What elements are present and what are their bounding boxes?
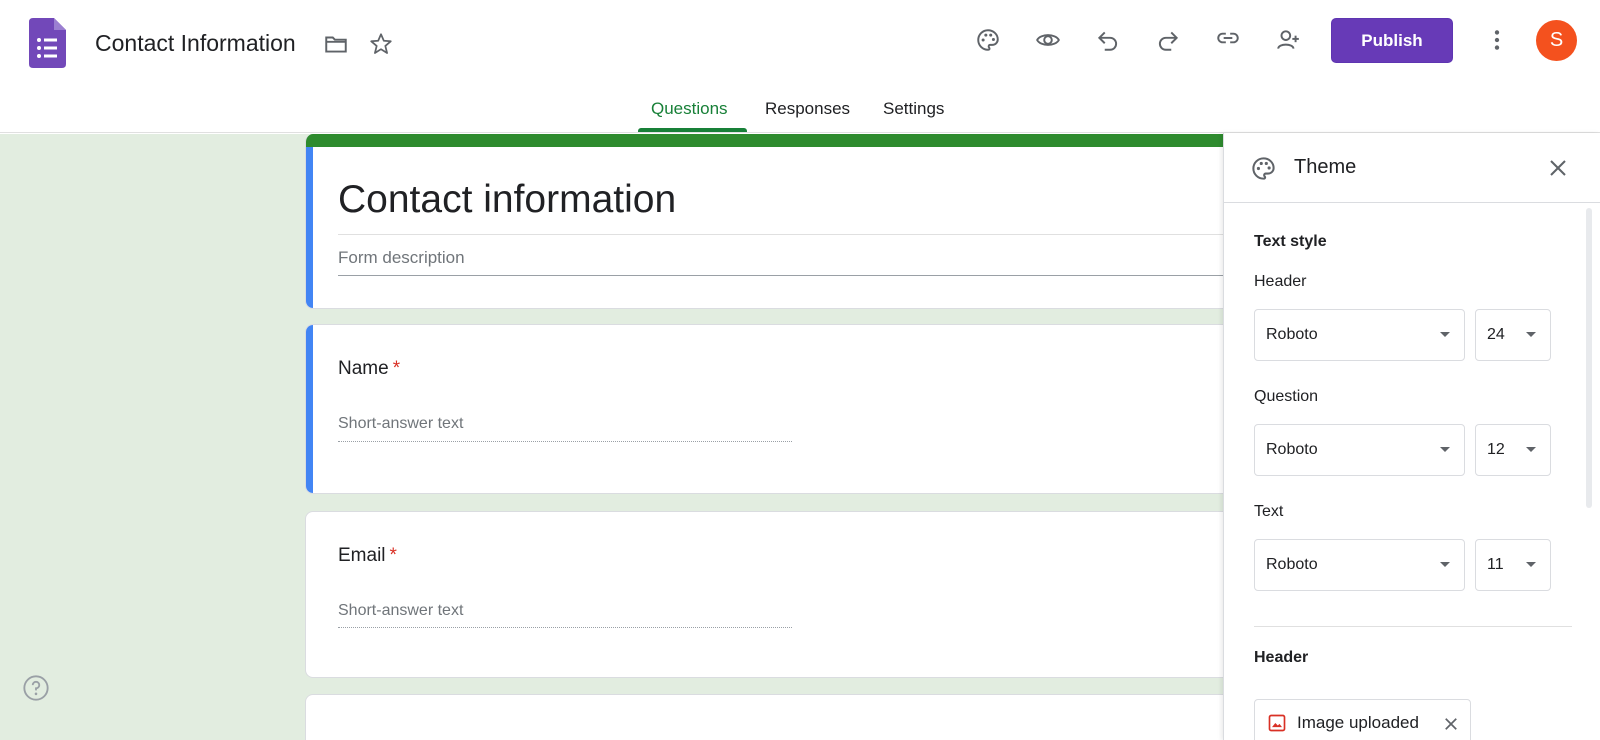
preview-eye-icon[interactable] <box>1028 20 1068 60</box>
palette-icon <box>1252 157 1275 180</box>
answer-underline <box>338 441 792 442</box>
tab-bar: Questions Responses Settings <box>0 90 1600 133</box>
dropdown-arrow-icon <box>1526 332 1536 337</box>
short-answer-placeholder: Short-answer text <box>338 602 464 619</box>
dropdown-arrow-icon <box>1440 447 1450 452</box>
link-icon[interactable] <box>1208 18 1248 58</box>
theme-panel: Theme Text style Header Roboto 24 Questi… <box>1223 133 1600 740</box>
theme-panel-title: Theme <box>1294 156 1357 178</box>
image-icon <box>1268 714 1286 732</box>
selected-card-accent <box>306 147 313 308</box>
form-title-card[interactable]: Contact information Form description <box>305 134 1235 309</box>
question-card-name[interactable]: Name * Short-answer text <box>305 324 1235 494</box>
question-card-partial[interactable] <box>305 694 1235 740</box>
star-icon[interactable] <box>361 24 401 64</box>
question-label: Email * <box>338 545 397 566</box>
divider <box>338 234 1234 235</box>
help-icon[interactable] <box>22 674 50 702</box>
header-image-chip[interactable]: Image uploaded <box>1254 699 1471 740</box>
tab-settings[interactable]: Settings <box>883 99 944 119</box>
tab-questions[interactable]: Questions <box>651 99 728 119</box>
active-tab-indicator <box>638 128 747 132</box>
header-image-heading: Header <box>1254 649 1309 666</box>
publish-button[interactable]: Publish <box>1331 18 1453 63</box>
text-style-heading: Text style <box>1254 233 1327 250</box>
text-font-select[interactable]: Roboto <box>1254 539 1465 591</box>
required-mark: * <box>392 358 401 379</box>
redo-icon[interactable] <box>1148 20 1188 60</box>
header-size-select[interactable]: 24 <box>1475 309 1551 361</box>
theme-panel-header: Theme <box>1224 133 1600 203</box>
avatar[interactable]: S <box>1536 20 1577 61</box>
header-style-label: Header <box>1254 273 1307 290</box>
question-font-select[interactable]: Roboto <box>1254 424 1465 476</box>
image-chip-label: Image uploaded <box>1297 713 1419 732</box>
more-vert-icon[interactable] <box>1477 20 1517 60</box>
google-forms-icon[interactable] <box>29 18 66 68</box>
text-style-label: Text <box>1254 503 1284 520</box>
question-style-label: Question <box>1254 388 1319 405</box>
dropdown-arrow-icon <box>1526 447 1536 452</box>
divider <box>338 275 1234 276</box>
dropdown-arrow-icon <box>1440 562 1450 567</box>
panel-scrollbar[interactable] <box>1586 208 1592 508</box>
header-font-select[interactable]: Roboto <box>1254 309 1465 361</box>
dropdown-arrow-icon <box>1526 562 1536 567</box>
document-title[interactable]: Contact Information <box>95 30 296 57</box>
theme-color-band <box>306 134 1234 147</box>
question-label: Name * <box>338 358 401 379</box>
tab-responses[interactable]: Responses <box>765 99 850 119</box>
divider <box>1254 626 1572 627</box>
selected-card-accent <box>306 325 313 493</box>
answer-underline <box>338 627 792 628</box>
required-mark: * <box>389 545 397 566</box>
dropdown-arrow-icon <box>1440 332 1450 337</box>
question-size-select[interactable]: 12 <box>1475 424 1551 476</box>
question-card-email[interactable]: Email * Short-answer text <box>305 511 1235 678</box>
remove-image-icon[interactable] <box>1442 715 1460 733</box>
form-title[interactable]: Contact information <box>338 178 676 222</box>
close-icon[interactable] <box>1546 156 1570 180</box>
palette-icon[interactable] <box>968 20 1008 60</box>
form-description-input[interactable]: Form description <box>338 248 465 268</box>
top-bar: Contact Information Publish S Questions … <box>0 0 1600 133</box>
text-size-select[interactable]: 11 <box>1475 539 1551 591</box>
add-collaborator-icon[interactable] <box>1268 20 1308 60</box>
undo-icon[interactable] <box>1088 20 1128 60</box>
move-to-folder-icon[interactable] <box>316 24 356 64</box>
short-answer-placeholder: Short-answer text <box>338 415 464 432</box>
